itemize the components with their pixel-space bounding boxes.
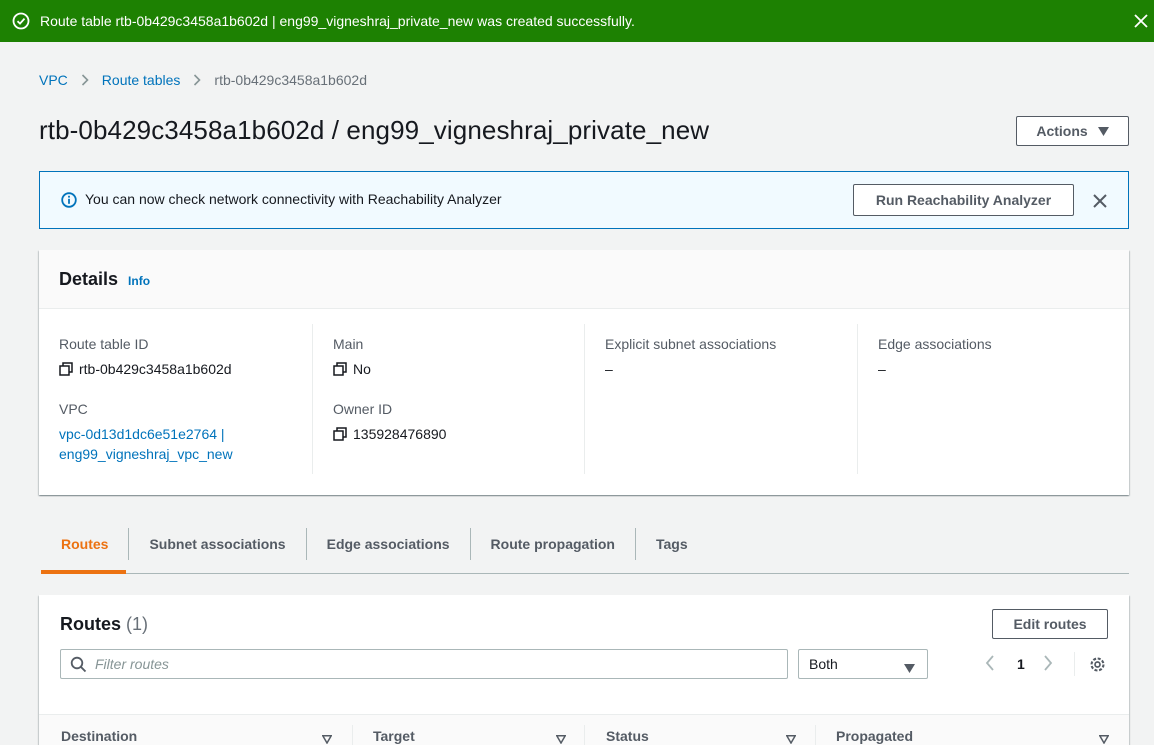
success-flashbar: Route table rtb-0b429c3458a1b602d | eng9… — [0, 0, 1154, 42]
column-divider — [352, 725, 353, 745]
gear-icon[interactable] — [1088, 655, 1107, 674]
owner-id-label: Owner ID — [333, 401, 393, 417]
column-propagated[interactable]: Propagated — [836, 728, 913, 744]
caret-down-icon — [1097, 123, 1109, 139]
details-column-4: Edge associations – — [857, 324, 1109, 474]
details-column-2: Main No Owner ID 135928476890 — [312, 324, 585, 474]
sort-icon[interactable] — [1098, 731, 1110, 745]
sort-icon[interactable] — [321, 731, 333, 745]
copy-icon[interactable] — [333, 427, 347, 441]
column-destination[interactable]: Destination — [61, 728, 137, 744]
page-number[interactable]: 1 — [1017, 656, 1025, 672]
breadcrumb-current: rtb-0b429c3458a1b602d — [214, 72, 367, 88]
close-icon[interactable] — [1089, 190, 1111, 212]
main-label: Main — [333, 336, 364, 352]
route-table-id-text: rtb-0b429c3458a1b602d — [79, 361, 232, 377]
tab-tags[interactable]: Tags — [634, 528, 708, 560]
vpc-label: VPC — [59, 401, 88, 417]
info-alert-message: You can now check network connectivity w… — [85, 191, 502, 207]
reachability-info-alert: You can now check network connectivity w… — [39, 171, 1129, 229]
routes-count: (1) — [126, 614, 149, 634]
info-circle-icon — [60, 191, 78, 209]
main-value: No — [333, 361, 371, 377]
close-icon[interactable] — [1130, 10, 1152, 32]
caret-down-icon — [904, 660, 915, 673]
search-icon — [70, 656, 87, 673]
details-panel: Details Info Route table ID rtb-0b429c34… — [39, 250, 1129, 495]
copy-icon[interactable] — [333, 362, 347, 376]
route-table-id-value: rtb-0b429c3458a1b602d — [59, 361, 232, 377]
column-divider — [584, 725, 585, 745]
filter-placeholder: Filter routes — [95, 656, 169, 672]
filter-routes-input[interactable]: Filter routes — [60, 649, 788, 679]
routes-table-header: Destination Target Status Propagated — [39, 714, 1129, 745]
details-column-1: Route table ID rtb-0b429c3458a1b602d VPC… — [59, 324, 312, 474]
page-title: rtb-0b429c3458a1b602d / eng99_vigneshraj… — [39, 115, 710, 145]
explicit-subnet-associations-value: – — [605, 361, 613, 377]
edge-associations-value: – — [878, 361, 886, 377]
tab-subnet-associations[interactable]: Subnet associations — [128, 528, 305, 560]
edge-associations-label: Edge associations — [878, 336, 992, 352]
edit-routes-button[interactable]: Edit routes — [992, 609, 1108, 639]
sort-icon[interactable] — [785, 731, 797, 745]
column-divider — [815, 725, 816, 745]
details-header: Details Info — [39, 250, 1129, 309]
tab-bar: Routes Subnet associations Edge associat… — [41, 528, 1129, 574]
run-reachability-analyzer-button[interactable]: Run Reachability Analyzer — [853, 184, 1074, 216]
vpc-link-line2: eng99_vigneshraj_vpc_new — [59, 446, 233, 462]
explicit-subnet-associations-label: Explicit subnet associations — [605, 336, 777, 352]
info-link[interactable]: Info — [128, 274, 150, 288]
details-column-3: Explicit subnet associations – — [584, 324, 857, 474]
active-tab-indicator — [41, 570, 126, 574]
breadcrumb-vpc[interactable]: VPC — [39, 72, 68, 88]
column-status[interactable]: Status — [606, 728, 649, 744]
flash-message: Route table rtb-0b429c3458a1b602d | eng9… — [40, 13, 635, 29]
actions-button[interactable]: Actions — [1016, 116, 1129, 146]
routes-title: Routes — [60, 614, 122, 634]
vpc-link-line1: vpc-0d13d1dc6e51e2764 | — [59, 426, 225, 442]
details-heading: Details — [59, 268, 119, 289]
chevron-right-icon[interactable] — [1043, 655, 1057, 673]
check-circle-icon — [12, 12, 30, 30]
breadcrumb-route-tables[interactable]: Route tables — [102, 72, 181, 88]
route-type-value: Both — [809, 656, 838, 672]
route-type-select[interactable]: Both — [798, 649, 928, 679]
sort-icon[interactable] — [555, 731, 567, 745]
tab-route-propagation[interactable]: Route propagation — [469, 528, 635, 560]
breadcrumb: VPC Route tables rtb-0b429c3458a1b602d — [39, 72, 367, 88]
actions-label: Actions — [1036, 123, 1088, 139]
chevron-left-icon[interactable] — [985, 655, 999, 673]
column-target[interactable]: Target — [373, 728, 415, 744]
pager-divider — [1074, 652, 1075, 676]
chevron-right-icon — [81, 74, 89, 86]
tab-routes[interactable]: Routes — [41, 528, 128, 560]
routes-heading: Routes (1) — [60, 614, 148, 635]
copy-icon[interactable] — [59, 362, 73, 376]
owner-id-value: 135928476890 — [333, 426, 446, 442]
owner-id-text: 135928476890 — [353, 426, 447, 442]
chevron-right-icon — [193, 74, 202, 86]
main-value-text: No — [353, 361, 371, 377]
pagination: 1 — [985, 655, 1057, 673]
vpc-link[interactable]: vpc-0d13d1dc6e51e2764 | eng99_vigneshraj… — [59, 424, 233, 464]
routes-panel: Routes (1) Edit routes Filter routes Bot… — [39, 595, 1129, 745]
tab-edge-associations[interactable]: Edge associations — [305, 528, 470, 560]
route-table-id-label: Route table ID — [59, 336, 149, 352]
